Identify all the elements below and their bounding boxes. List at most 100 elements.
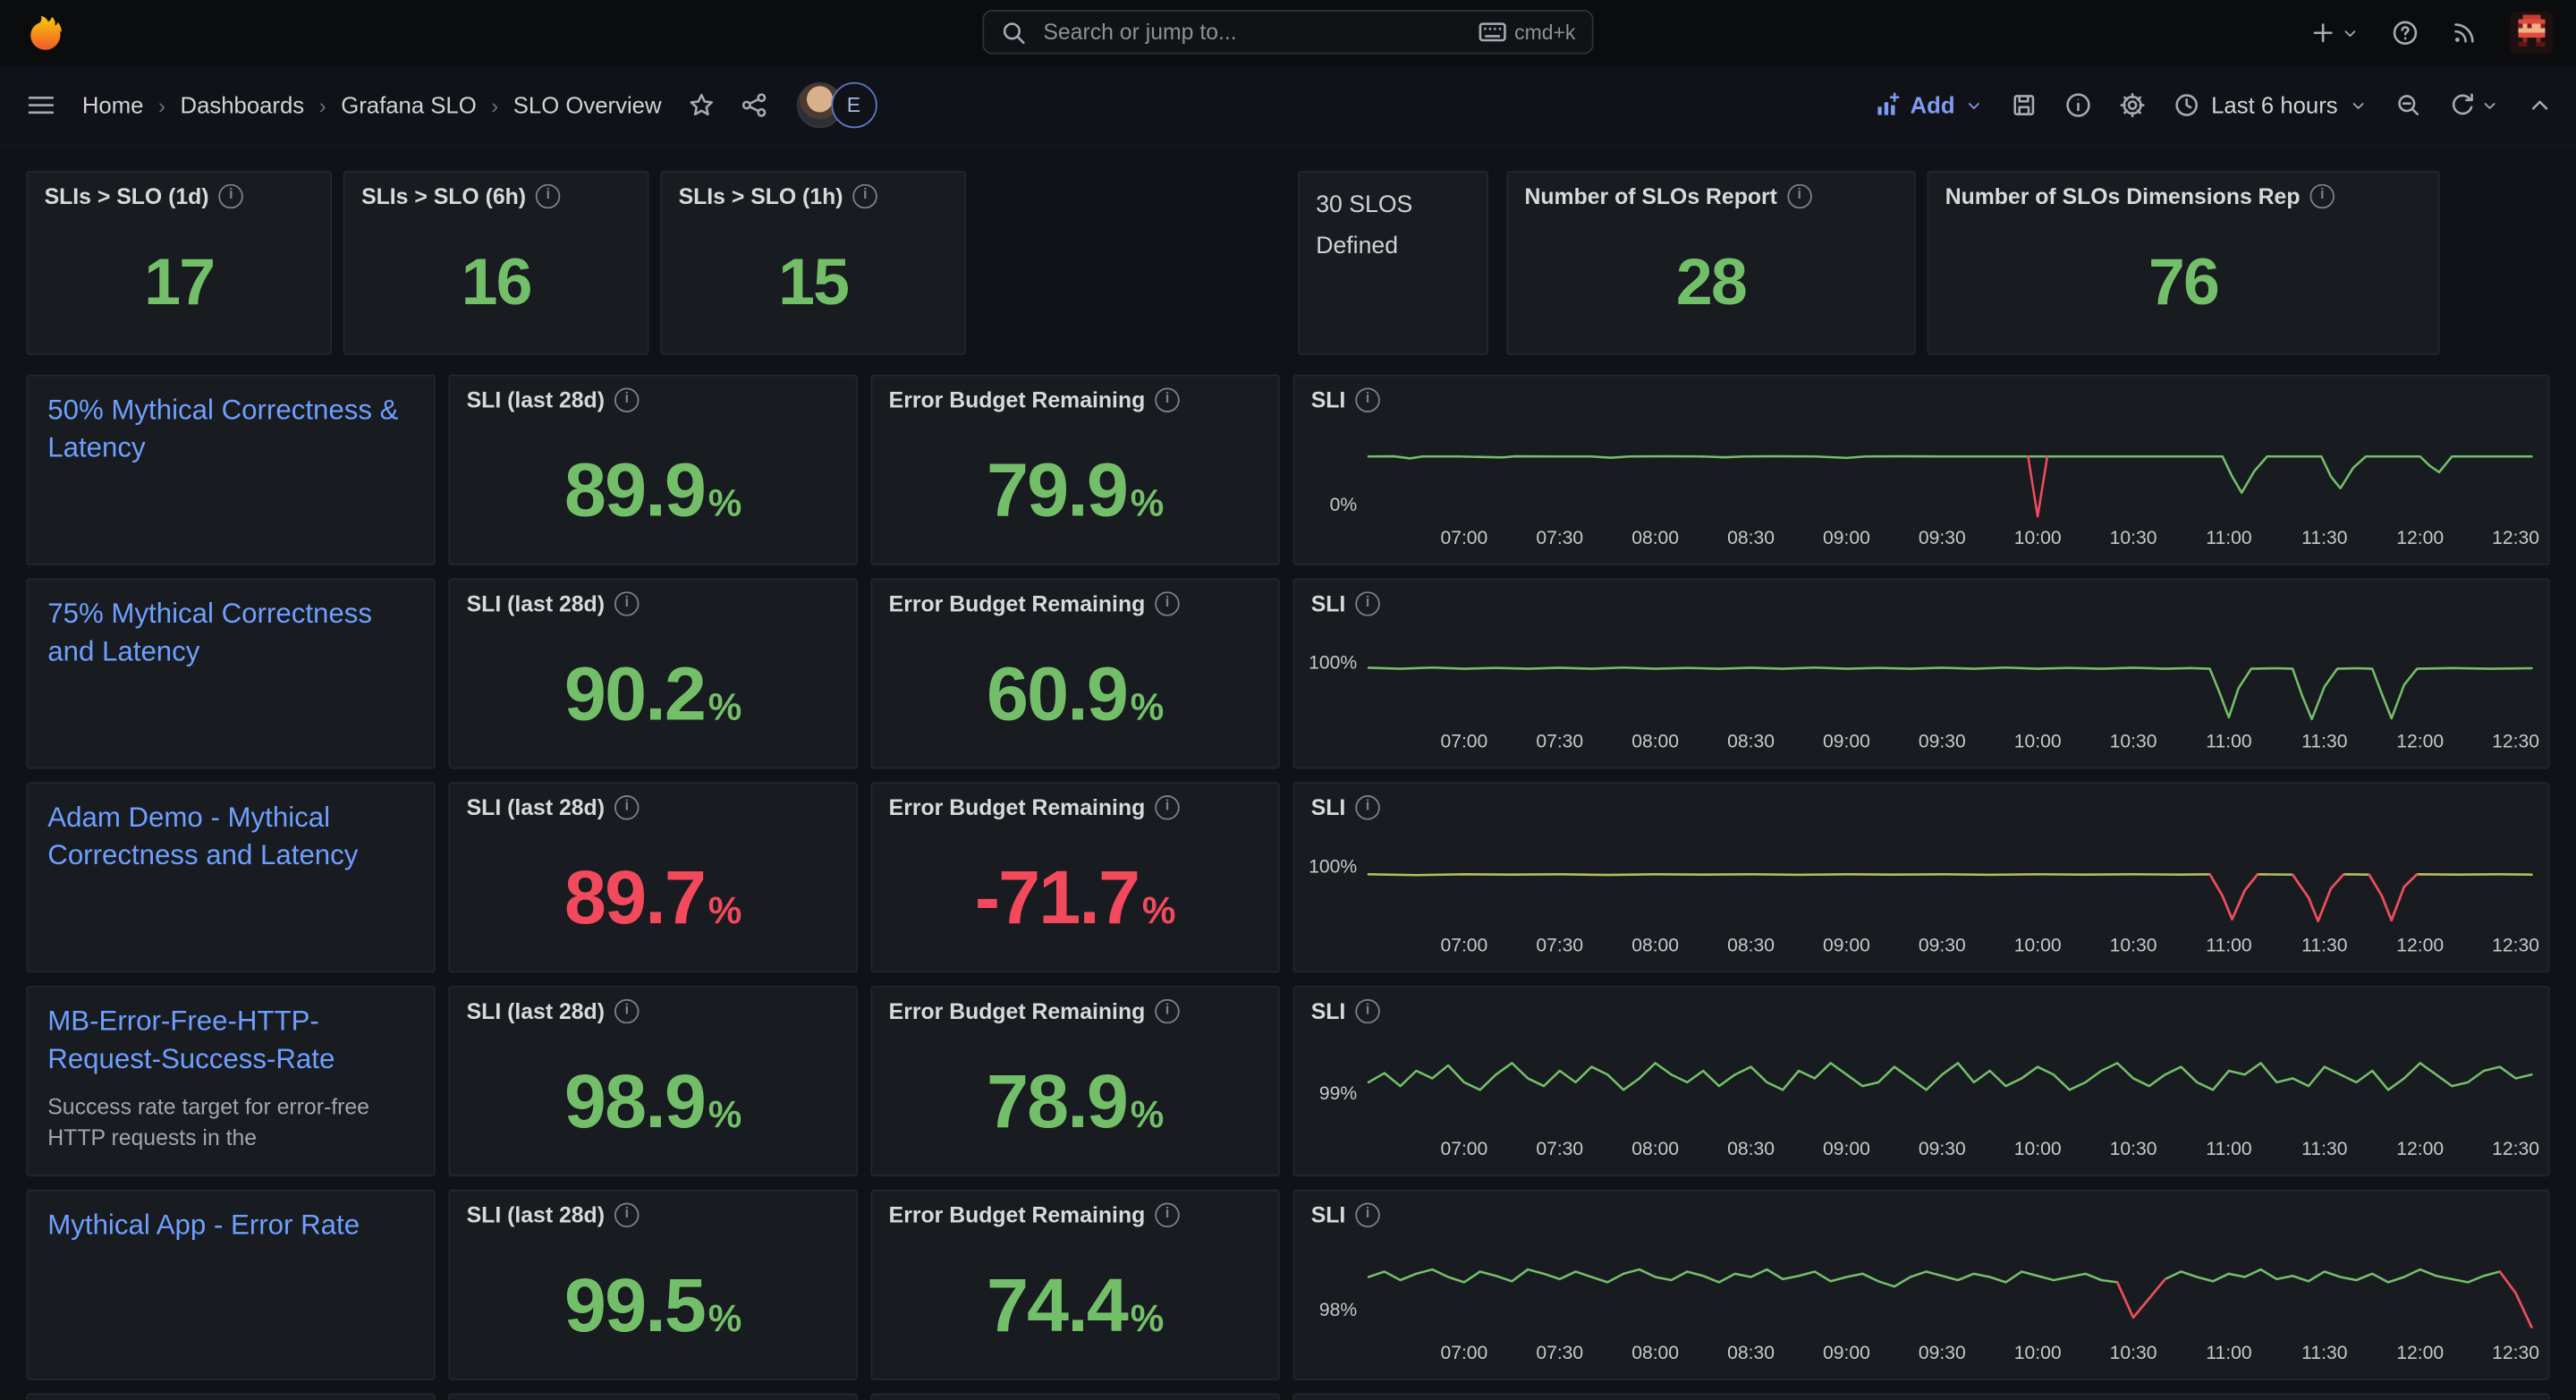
info-icon[interactable] [1355,999,1380,1024]
panel-title[interactable]: Number of SLOs Report [1524,184,1776,209]
panel-title[interactable]: SLIs > SLO (6h) [361,184,526,209]
dashboard-info-icon[interactable] [2065,92,2091,118]
add-panel-button[interactable]: Add [1874,92,1983,118]
info-icon[interactable] [614,795,640,820]
x-tick-label: 10:00 [2014,1344,2062,1363]
help-icon[interactable] [2392,20,2418,46]
slo-link[interactable]: MB-Error-Free-HTTP-Request-Success-Rate [47,1002,414,1079]
info-icon[interactable] [1355,387,1380,412]
stat-value: 17 [144,250,214,315]
panel-title[interactable]: Number of SLOs Dimensions Rep [1945,184,2301,209]
info-icon[interactable] [1155,1202,1180,1227]
sli-value: 98.9% [564,1063,741,1138]
panel-title[interactable]: SLI (last 28d) [467,591,605,616]
x-tick-label: 10:00 [2014,529,2062,548]
panel-title[interactable]: Error Budget Remaining [889,1202,1146,1227]
sli-value: 89.9% [564,452,741,527]
refresh-control[interactable] [2450,92,2499,118]
sli-value: 99.5% [564,1267,741,1342]
panel-title[interactable]: SLI [1311,387,1346,412]
info-icon[interactable] [1155,795,1180,820]
stat-panel-slos-report: Number of SLOs Report 28 [1506,171,1915,355]
panel-title[interactable]: SLI (last 28d) [467,999,605,1024]
panel-title[interactable]: Error Budget Remaining [889,591,1146,616]
panel-title[interactable]: SLI (last 28d) [467,387,605,412]
y-axis-label: 100% [1294,654,1357,674]
zoom-out-icon[interactable] [2395,92,2421,118]
panel-title[interactable]: SLI (last 28d) [467,795,605,820]
slo-row: Mythical App - Error Rate SLI (last 28d)… [26,1190,2549,1380]
time-series-plot [1368,428,2531,521]
x-tick-label: 10:00 [2014,733,2062,752]
star-icon[interactable] [688,92,714,118]
panel-title[interactable]: Error Budget Remaining [889,795,1146,820]
panel-title[interactable]: SLI [1311,795,1346,820]
save-icon[interactable] [2011,92,2037,118]
info-icon[interactable] [1155,591,1180,616]
slo-link[interactable]: 75% Mythical Correctness and Latency [47,595,414,672]
time-series-plot [1368,632,2531,725]
breadcrumb-dashboards[interactable]: Dashboards [180,92,304,118]
collaborator-badge[interactable]: E [831,82,877,128]
x-tick-label: 11:30 [2301,733,2347,752]
x-tick-label: 07:30 [1536,937,1583,956]
x-axis-ticks: 07:0007:3008:0008:3009:0009:3010:0010:30… [1294,529,2547,555]
panel-title[interactable]: SLI (last 28d) [467,1202,605,1227]
dashboard-collaborators: E [796,82,877,128]
panel-title[interactable]: SLI [1311,591,1346,616]
slo-link[interactable]: 50% Mythical Correctness & Latency [47,391,414,468]
panel-title[interactable]: SLI [1311,1202,1346,1227]
user-avatar[interactable] [2511,12,2554,55]
breadcrumb-home[interactable]: Home [82,92,144,118]
x-tick-label: 11:00 [2206,733,2251,752]
info-icon[interactable] [614,591,640,616]
slo-link[interactable]: Mythical App - Error Rate [47,1206,414,1244]
x-tick-label: 07:30 [1536,529,1583,548]
panel-title[interactable]: Error Budget Remaining [889,387,1146,412]
partial-panel [26,1394,435,1400]
x-tick-label: 08:00 [1631,1344,1679,1363]
info-icon[interactable] [219,184,244,209]
slo-row: 75% Mythical Correctness and Latency SLI… [26,579,2549,769]
collapse-row-icon[interactable] [2527,92,2553,118]
error-budget-panel: Error Budget Remaining 79.9% [870,375,1279,565]
slos-defined-text: 30 SLOS Defined [1316,186,1473,267]
panel-title[interactable]: SLI [1311,999,1346,1024]
info-icon[interactable] [614,387,640,412]
panel-title[interactable]: SLIs > SLO (1d) [45,184,209,209]
x-tick-label: 07:00 [1440,1344,1487,1363]
info-icon[interactable] [1155,387,1180,412]
slo-link[interactable]: Adam Demo - Mythical Correctness and Lat… [47,799,414,876]
info-icon[interactable] [614,1202,640,1227]
budget-value: 79.9% [987,452,1164,527]
breadcrumb-folder[interactable]: Grafana SLO [341,92,477,118]
x-tick-label: 07:30 [1536,1344,1583,1363]
x-tick-label: 09:00 [1823,937,1870,956]
x-tick-label: 12:30 [2492,937,2539,956]
info-icon[interactable] [536,184,561,209]
time-range-picker[interactable]: Last 6 hours [2174,92,2368,118]
info-icon[interactable] [2310,184,2335,209]
panel-title[interactable]: Error Budget Remaining [889,999,1146,1024]
y-axis-label: 99% [1294,1084,1357,1104]
stat-value: 28 [1676,250,1746,315]
info-icon[interactable] [1787,184,1812,209]
menu-icon[interactable] [26,90,55,120]
info-icon[interactable] [1155,999,1180,1024]
panel-title[interactable]: SLIs > SLO (1h) [679,184,843,209]
grafana-logo[interactable] [26,13,65,53]
x-tick-label: 12:30 [2492,733,2539,752]
search-input[interactable] [1040,18,1465,46]
info-icon[interactable] [1355,591,1380,616]
info-icon[interactable] [1355,1202,1380,1227]
breadcrumb-separator [319,93,326,118]
share-icon[interactable] [741,92,767,118]
x-tick-label: 09:00 [1823,529,1870,548]
info-icon[interactable] [1355,795,1380,820]
global-search[interactable]: cmd+k [982,10,1593,55]
settings-gear-icon[interactable] [2119,92,2145,118]
new-button[interactable] [2309,20,2359,46]
info-icon[interactable] [853,184,878,209]
info-icon[interactable] [614,999,640,1024]
news-rss-icon[interactable] [2451,20,2477,46]
